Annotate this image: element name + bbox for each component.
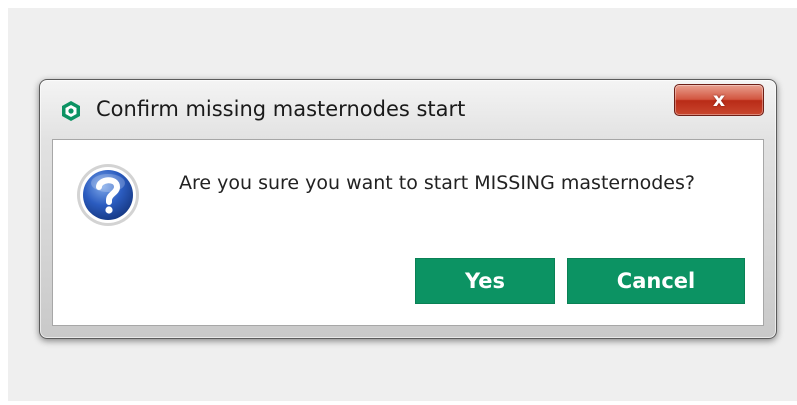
cancel-button[interactable]: Cancel — [567, 258, 745, 304]
close-button[interactable]: x — [674, 84, 764, 116]
confirmation-message: Are you sure you want to start MISSING m… — [179, 172, 695, 194]
title-bar[interactable]: Confirm missing masternodes start x — [40, 80, 776, 138]
app-logo-icon — [60, 100, 82, 122]
dialog-title: Confirm missing masternodes start — [96, 97, 466, 121]
confirm-dialog: Confirm missing masternodes start x Are … — [39, 79, 777, 339]
dialog-content: Are you sure you want to start MISSING m… — [52, 139, 764, 326]
close-icon: x — [712, 88, 726, 111]
question-icon — [75, 162, 141, 228]
yes-button[interactable]: Yes — [415, 258, 555, 304]
